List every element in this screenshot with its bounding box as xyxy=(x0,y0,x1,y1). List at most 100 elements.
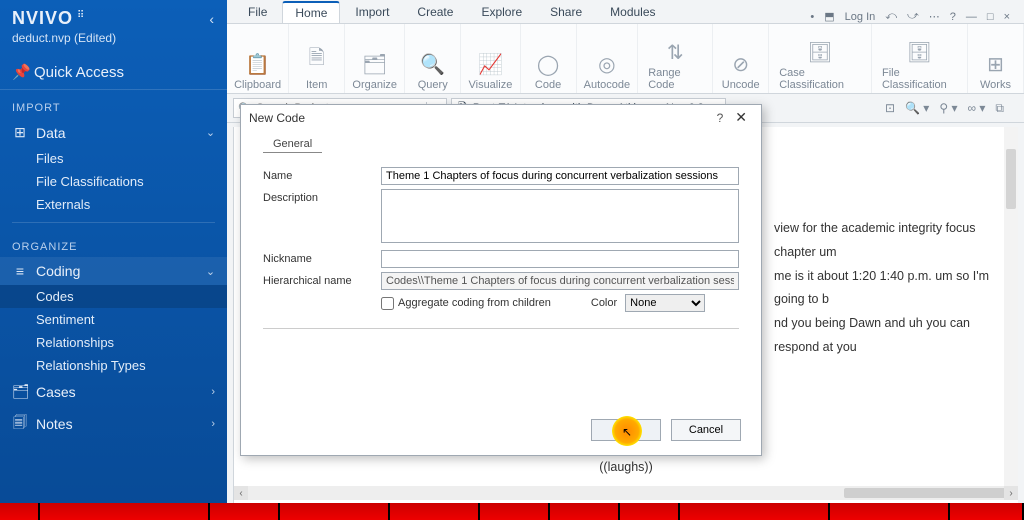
seek-segment[interactable] xyxy=(950,503,1024,520)
ribbon-icon: ⇅ xyxy=(667,40,684,65)
seek-segment[interactable] xyxy=(0,503,40,520)
nav-file-classifications[interactable]: File Classifications xyxy=(0,170,227,193)
seek-segment[interactable] xyxy=(680,503,830,520)
label-description: Description xyxy=(263,189,371,204)
menu-tab-explore[interactable]: Explore xyxy=(468,1,535,23)
section-organize: ORGANIZE xyxy=(0,229,227,257)
input-nickname[interactable] xyxy=(381,250,739,268)
menu-tab-home[interactable]: Home xyxy=(282,1,340,23)
doc-tool[interactable]: ∞ ▾ xyxy=(968,101,986,116)
help-icon[interactable]: ? xyxy=(948,11,958,23)
seek-segment[interactable] xyxy=(40,503,210,520)
doc-line: me is it about 1:20 1:40 p.m. um so I'm … xyxy=(774,265,1008,313)
ribbon-autocode[interactable]: ◎Autocode xyxy=(577,24,639,93)
ribbon: 📋Clipboard🗎Item🗂Organize🔍Query📈Visualize… xyxy=(227,24,1024,94)
menu-tab-import[interactable]: Import xyxy=(342,1,402,23)
nav-relationship-types[interactable]: Relationship Types xyxy=(0,354,227,377)
nav-cases[interactable]: 🗂 Cases › xyxy=(0,377,227,406)
ribbon-item[interactable]: 🗎Item xyxy=(289,24,345,93)
dialog-help-icon[interactable]: ? xyxy=(711,111,730,125)
nav-sentiment[interactable]: Sentiment xyxy=(0,308,227,331)
nav-files[interactable]: Files xyxy=(0,147,227,170)
seek-segment[interactable] xyxy=(210,503,280,520)
title-tool[interactable]: ⬒ xyxy=(822,10,836,23)
title-tool[interactable]: • xyxy=(808,11,816,23)
ribbon-code[interactable]: ◯Code xyxy=(521,24,577,93)
ribbon-icon: 📈 xyxy=(478,52,503,77)
quick-access-label: Quick Access xyxy=(34,64,124,81)
dialog-close-icon[interactable]: ✕ xyxy=(729,109,753,126)
ribbon-icon: 🗄 xyxy=(807,40,832,65)
app-name: NVIVO xyxy=(12,8,73,29)
cancel-button[interactable]: Cancel xyxy=(671,419,741,441)
video-seek-bar[interactable] xyxy=(0,503,1024,520)
seek-segment[interactable] xyxy=(830,503,950,520)
title-tool[interactable]: ⤺ xyxy=(883,10,899,23)
dialog-tab-general[interactable]: General xyxy=(263,136,322,153)
notes-icon: 🗐 xyxy=(12,412,28,436)
label-color: Color xyxy=(591,297,617,309)
input-description[interactable] xyxy=(381,189,739,243)
select-color[interactable]: None xyxy=(625,294,705,312)
menu-tab-share[interactable]: Share xyxy=(537,1,595,23)
ribbon-organize[interactable]: 🗂Organize xyxy=(345,24,405,93)
menu-tab-create[interactable]: Create xyxy=(404,1,466,23)
briefcase-icon: 🗂 xyxy=(12,383,28,400)
seek-segment[interactable] xyxy=(280,503,390,520)
seek-segment[interactable] xyxy=(480,503,550,520)
vertical-scrollbar[interactable] xyxy=(1004,127,1018,486)
menu-tab-modules[interactable]: Modules xyxy=(597,1,668,23)
ribbon-icon: 📋 xyxy=(245,52,270,77)
close-icon[interactable]: × xyxy=(1002,11,1012,23)
horizontal-scrollbar[interactable]: ‹ › xyxy=(234,486,1018,500)
dialog-title: New Code xyxy=(249,111,305,125)
nav-cases-label: Cases xyxy=(36,384,76,400)
doc-line: ((laughs)) xyxy=(599,456,653,480)
ribbon-file-classification[interactable]: 🗄File Classification xyxy=(872,24,968,93)
nav-externals[interactable]: Externals xyxy=(0,193,227,216)
input-name[interactable] xyxy=(381,167,739,185)
minimize-icon[interactable]: — xyxy=(964,11,979,23)
input-hierarchical xyxy=(381,272,739,290)
seek-segment[interactable] xyxy=(620,503,680,520)
ribbon-uncode[interactable]: ⊘Uncode xyxy=(713,24,769,93)
nav-data[interactable]: ⊞ Data ⌄ xyxy=(0,118,227,147)
title-tool[interactable]: ⤻ xyxy=(905,10,921,23)
seek-segment[interactable] xyxy=(550,503,620,520)
doc-tool[interactable]: ⚲ ▾ xyxy=(939,101,957,116)
nav-notes-label: Notes xyxy=(36,416,73,432)
ribbon-range-code[interactable]: ⇅Range Code xyxy=(638,24,713,93)
dialog-separator xyxy=(263,328,739,329)
quick-access[interactable]: 📌 Quick Access xyxy=(0,55,227,90)
login-button[interactable]: Log In xyxy=(843,11,878,23)
ribbon-case-classification[interactable]: 🗄Case Classification xyxy=(769,24,872,93)
ribbon-icon: ◎ xyxy=(598,52,615,77)
ribbon-icon: 🗄 xyxy=(907,40,932,65)
ribbon-works[interactable]: ⊞Works xyxy=(968,24,1024,93)
doc-tool[interactable]: 🔍 ▾ xyxy=(905,101,929,116)
maximize-icon[interactable]: □ xyxy=(985,11,996,23)
checkbox-aggregate-input[interactable] xyxy=(381,297,394,310)
nav-coding[interactable]: ≡ Coding ⌄ xyxy=(0,257,227,285)
nav-relationships[interactable]: Relationships xyxy=(0,331,227,354)
doc-tool[interactable]: ⧉ xyxy=(995,101,1004,116)
ok-button[interactable]: ↖ xyxy=(591,419,661,441)
nav-notes[interactable]: 🗐 Notes › xyxy=(0,406,227,442)
collapse-sidebar-button[interactable]: ‹ xyxy=(209,11,215,27)
seek-segment[interactable] xyxy=(390,503,480,520)
ribbon-query[interactable]: 🔍Query xyxy=(405,24,461,93)
doc-line: nd you being Dawn and uh you can respond… xyxy=(774,312,1008,360)
grid-icon: ⊞ xyxy=(12,124,28,141)
menu-tab-file[interactable]: File xyxy=(235,1,280,23)
pin-icon: 📌 xyxy=(12,63,28,81)
scroll-right-icon[interactable]: › xyxy=(1004,486,1018,500)
nav-codes[interactable]: Codes xyxy=(0,285,227,308)
checkbox-aggregate[interactable]: Aggregate coding from children xyxy=(381,297,551,310)
title-tool[interactable]: ⋯ xyxy=(927,10,942,23)
scroll-left-icon[interactable]: ‹ xyxy=(234,486,248,500)
chevron-right-icon: › xyxy=(211,418,215,430)
sidebar: NVIVO ⠿ ‹ deduct.nvp (Edited) 📌 Quick Ac… xyxy=(0,0,227,520)
ribbon-visualize[interactable]: 📈Visualize xyxy=(461,24,520,93)
ribbon-clipboard[interactable]: 📋Clipboard xyxy=(227,24,289,93)
doc-tool[interactable]: ⊡ xyxy=(885,101,895,116)
